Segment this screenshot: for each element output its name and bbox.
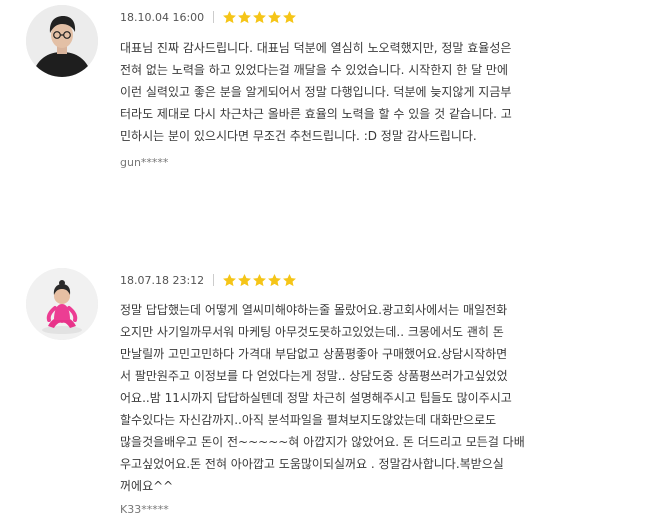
review-line: 정말 답답했는데 어떻게 열씨미해야하는줄 몰랐어요.광고회사에서는 매일전화 [120,303,508,317]
review-date: 18.10.04 16:00 [120,10,205,24]
review-line: 오지만 사기일까무서워 마케팅 아무것도못하고있었는데.. 크몽에서도 괜히 돈 [120,325,504,339]
review-body: 대표님 진짜 감사드립니다. 대표님 덕분에 열심히 노오력했지만, 정말 효율… [120,37,556,147]
review-line: 할수있다는 자신감까지..아직 분석파일을 펼쳐보지도않았는데 대화만으로도 [120,413,497,427]
meta-divider [213,11,215,23]
star-rating [222,10,297,25]
star-icon [237,273,252,288]
review-meta: 18.10.04 16:00 [120,6,297,28]
star-icon [282,273,297,288]
star-icon [222,273,237,288]
review-line: 터라도 제대로 다시 차근차근 올바른 효율의 노력을 할 수 있을 것 같습니… [120,107,512,121]
review-date: 18.07.18 23:12 [120,273,205,287]
review-line: 대표님 진짜 감사드립니다. 대표님 덕분에 열심히 노오력했지만, 정말 효율… [120,41,512,55]
star-icon [222,10,237,25]
review-line: 만날릴까 고민고민하다 가격대 부담없고 상품평좋아 구매했어요.상담시작하면 [120,347,508,361]
user-avatar [26,5,98,77]
review-line: 많을것을배우고 돈이 전~~~~~혀 아깝지가 않았어요. 돈 더드리고 모든걸… [120,435,525,449]
review-item: 18.10.04 16:00 대표님 진짜 감사드립니다. 대표님 덕분에 열심… [0,0,652,200]
star-rating [222,273,297,288]
star-icon [282,10,297,25]
user-avatar-photo-icon [26,5,98,77]
review-body: 정말 답답했는데 어떻게 열씨미해야하는줄 몰랐어요.광고회사에서는 매일전화 … [120,299,556,497]
review-line: 민하시는 분이 있으시다면 무조건 추천드립니다. :D 정말 감사드립니다. [120,129,477,143]
user-avatar [26,268,98,340]
meta-divider [213,274,215,286]
star-icon [267,10,282,25]
star-icon [252,10,267,25]
review-line: 전혀 없는 노력을 하고 있었다는걸 깨달을 수 있었습니다. 시작한지 한 달… [120,63,509,77]
review-author: K33***** [120,503,169,516]
star-icon [237,10,252,25]
review-item: 18.07.18 23:12 정말 답답했는데 어떻게 열씨미해야하는줄 몰랐어… [0,262,652,526]
star-icon [267,273,282,288]
star-icon [252,273,267,288]
child-avatar-photo-icon [26,268,98,340]
review-line: 어요..밤 11시까지 답답하실텐데 정말 차근히 설명해주시고 팁들도 많이주… [120,391,512,405]
review-author: gun***** [120,156,169,169]
review-line: 우고싶었어요.돈 전혀 아아깝고 도움많이되실꺼요 . 정말감사합니다.복받으실 [120,457,504,471]
review-line: 서 팔만원주고 이정보를 다 얻었다는게 정말.. 상담도중 상품평쓰러가고싶었… [120,369,508,383]
review-line: 이런 실력있고 좋은 분을 알게되어서 정말 다행입니다. 덕분에 늦지않게 지… [120,85,512,99]
review-meta: 18.07.18 23:12 [120,269,297,291]
review-line: 꺼에요^^ [120,479,174,493]
